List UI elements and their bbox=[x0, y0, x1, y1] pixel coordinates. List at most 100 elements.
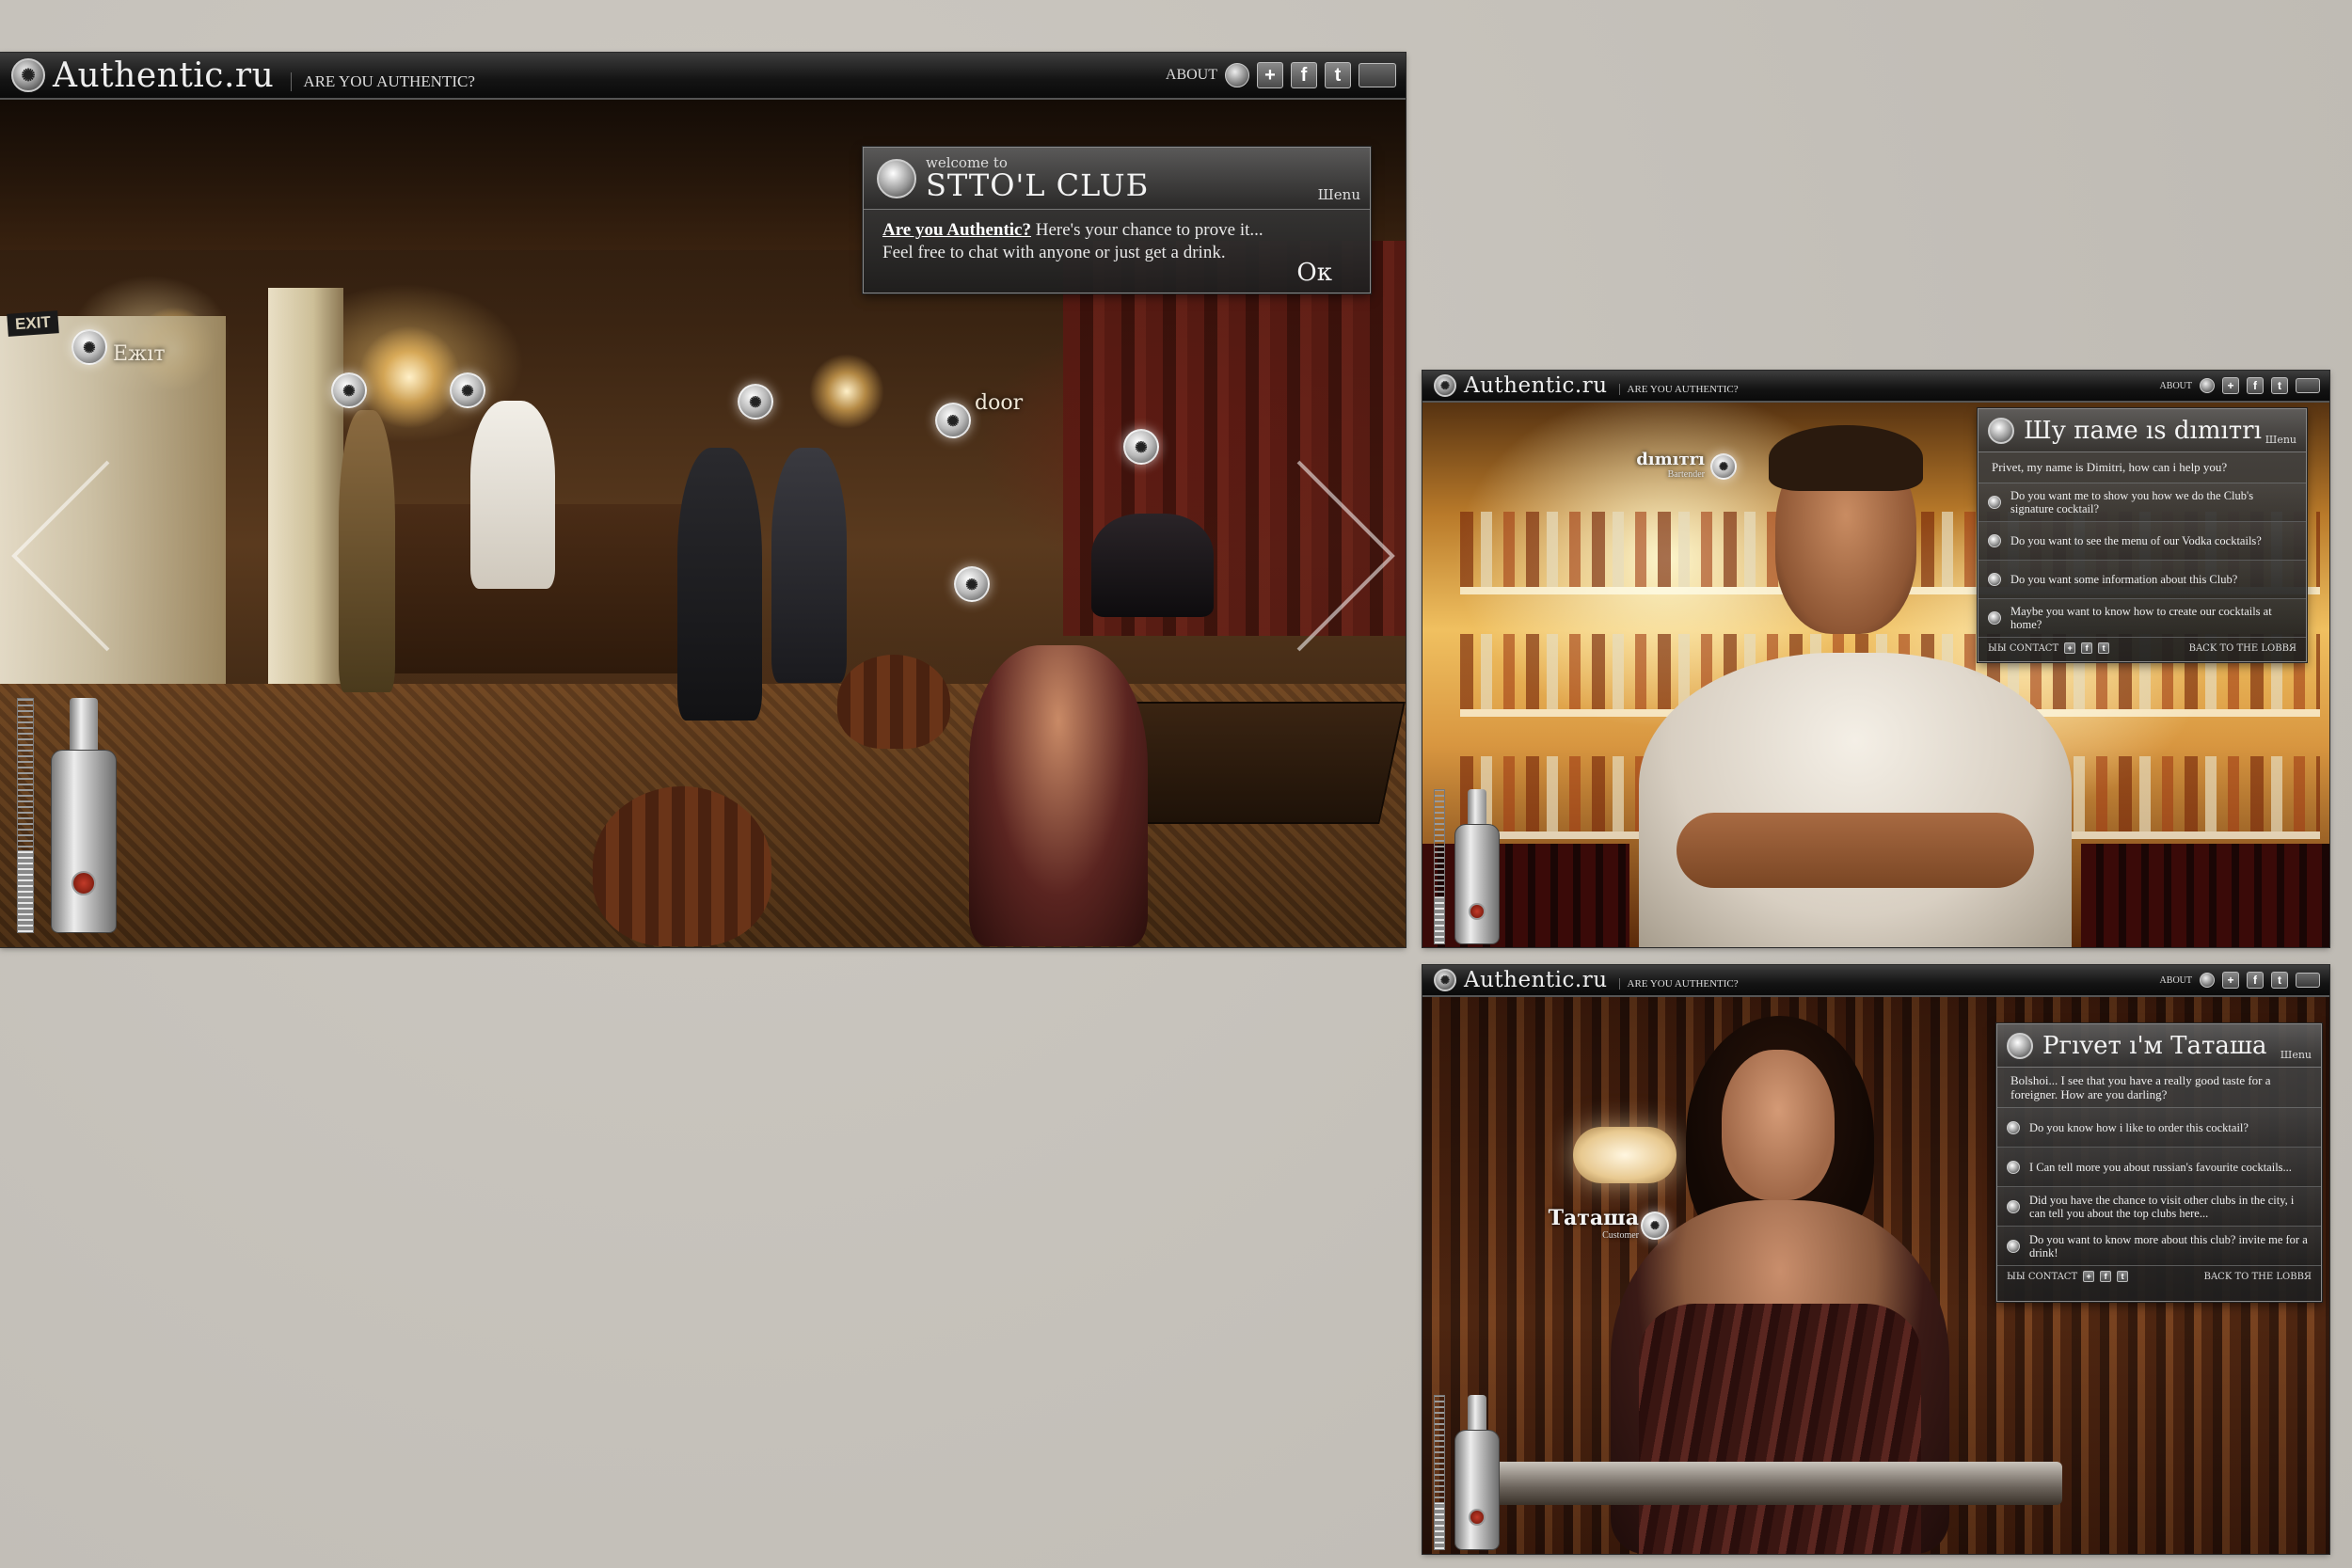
menu-button[interactable]: Шenu bbox=[1318, 186, 1360, 203]
logo-text: Authentic.ru bbox=[1464, 968, 1608, 992]
character-man-suit[interactable] bbox=[677, 448, 762, 721]
dialogue-option[interactable]: Do you want some information about this … bbox=[1979, 561, 2306, 599]
dialogue-option[interactable]: Do you want to know more about this club… bbox=[1997, 1227, 2321, 1266]
wine-bottles-right bbox=[2081, 844, 2329, 947]
are-you-authentic-link[interactable]: Are you Authentic? bbox=[882, 220, 1031, 240]
hotspot-seated-man[interactable]: ✺ bbox=[1123, 429, 1159, 465]
character-tag-tatiana: Таташа Customer bbox=[1517, 1206, 1639, 1241]
about-emblem-icon[interactable] bbox=[1225, 63, 1249, 87]
back-to-lobby-link[interactable]: BACK TO THE LOBBЯ bbox=[2204, 1272, 2312, 1282]
welcome-message-line2: Feel free to chat with anyone or just ge… bbox=[882, 243, 1226, 262]
menu-button[interactable]: Шenu bbox=[2280, 1049, 2312, 1061]
dialogue-intro: Privet, my name is Dimitri, how can i he… bbox=[1979, 452, 2306, 483]
character-name: dımıтrı bbox=[1636, 450, 1705, 469]
plus-icon[interactable]: + bbox=[2083, 1271, 2095, 1282]
nav-prev-arrow[interactable] bbox=[9, 457, 113, 655]
facebook-icon[interactable]: f bbox=[2247, 377, 2264, 394]
dialogue-intro: Bolshoi... I see that you have a really … bbox=[1997, 1068, 2321, 1108]
about-emblem-icon[interactable] bbox=[2200, 973, 2215, 988]
welcome-title: STTO'L CLUБ bbox=[926, 167, 1150, 203]
exit-sign: EXIT bbox=[7, 310, 59, 337]
fullscreen-icon[interactable] bbox=[2296, 973, 2320, 988]
spiral-emblem-icon bbox=[877, 158, 916, 198]
ok-button[interactable]: Oк bbox=[1296, 259, 1332, 287]
hotspot-man-suit[interactable]: ✺ bbox=[738, 384, 773, 420]
tagline: ARE YOU AUTHENTIC? bbox=[291, 72, 475, 91]
dialogue-option[interactable]: I Can tell more you about russian's favo… bbox=[1997, 1148, 2321, 1187]
character-tag-dimitri: dımıтrı Bartender bbox=[1573, 450, 1705, 480]
plus-icon[interactable]: + bbox=[2222, 972, 2239, 989]
logo[interactable]: ✺ Authentic.ru bbox=[0, 56, 274, 95]
plus-icon[interactable]: + bbox=[1257, 62, 1283, 88]
option-bullet-icon bbox=[2007, 1120, 2020, 1134]
logo[interactable]: ✺ Authentic.ru bbox=[1422, 968, 1608, 992]
contact-link[interactable]: ЫЫ CONTACT bbox=[1988, 643, 2058, 654]
top-bar: ✺ Authentic.ru ARE YOU AUTHENTIC? ABOUT … bbox=[1422, 965, 2329, 997]
about-emblem-icon[interactable] bbox=[2200, 378, 2215, 393]
hotspot-dimitri[interactable]: ✺ bbox=[1710, 453, 1737, 480]
bartender-arms bbox=[1677, 813, 2034, 888]
facebook-icon[interactable]: f bbox=[2247, 972, 2264, 989]
option-bullet-icon bbox=[2007, 1199, 2020, 1213]
dialogue-footer: ЫЫ CONTACT + f t BACK TO THE LOBBЯ bbox=[1979, 638, 2306, 658]
fullscreen-icon[interactable] bbox=[2296, 378, 2320, 393]
bartender-hair bbox=[1769, 425, 1923, 491]
lobby-pouf bbox=[593, 786, 771, 946]
dimitri-dialogue-panel: Шу паме ıs dımıтrı Шenu Privet, my name … bbox=[1978, 408, 2307, 662]
character-bartender[interactable] bbox=[470, 401, 555, 589]
tatiana-screen: Таташа Customer ✺ Ргıvет ı'м Таташа Шenu… bbox=[1422, 965, 2329, 1554]
about-link[interactable]: ABOUT bbox=[1166, 67, 1217, 84]
chevron-left-icon bbox=[11, 460, 110, 652]
hotspot-tatiana[interactable]: ✺ bbox=[1641, 1212, 1669, 1240]
dialogue-option[interactable]: Do you know how i like to order this coc… bbox=[1997, 1108, 2321, 1148]
tagline: ARE YOU AUTHENTIC? bbox=[1618, 384, 1739, 395]
vodka-bottle-meter[interactable] bbox=[1434, 1388, 1500, 1550]
hotspot-door-label[interactable]: door bbox=[975, 391, 1023, 415]
plus-icon[interactable]: + bbox=[2222, 377, 2239, 394]
twitter-icon[interactable]: t bbox=[2098, 642, 2110, 654]
bar-counter-top bbox=[1479, 1462, 2062, 1505]
contact-link[interactable]: ЫЫ CONTACT bbox=[2007, 1272, 2077, 1282]
plus-icon[interactable]: + bbox=[2064, 642, 2076, 654]
twitter-icon[interactable]: t bbox=[1325, 62, 1351, 88]
dialogue-option[interactable]: Maybe you want to know how to create our… bbox=[1979, 599, 2306, 638]
hotspot-bartender[interactable]: ✺ bbox=[450, 372, 485, 408]
top-bar: ✺ Authentic.ru ARE YOU AUTHENTIC? ABOUT … bbox=[0, 53, 1406, 100]
fullscreen-icon[interactable] bbox=[1359, 63, 1396, 87]
hotspot-woman-seated[interactable]: ✺ bbox=[954, 566, 990, 602]
vodka-bottle-meter[interactable] bbox=[17, 689, 120, 933]
dialogue-title: Шу паме ıs dımıтrı bbox=[2024, 416, 2262, 445]
bottle-neck bbox=[70, 698, 98, 754]
dialogue-option[interactable]: Do you want me to show you how we do the… bbox=[1979, 483, 2306, 522]
nav-next-arrow[interactable] bbox=[1294, 457, 1397, 655]
character-seated-man[interactable] bbox=[1091, 514, 1214, 617]
vodka-bottle-icon bbox=[1454, 1430, 1500, 1550]
hotspot-exit[interactable]: ✺ bbox=[72, 329, 107, 365]
option-bullet-icon bbox=[1988, 573, 2001, 586]
about-link[interactable]: ABOUT bbox=[2160, 975, 2192, 986]
menu-button[interactable]: Шenu bbox=[2265, 434, 2296, 446]
bartender-body[interactable] bbox=[1639, 653, 2072, 947]
character-woman-green[interactable] bbox=[339, 410, 395, 692]
hotspot-door[interactable]: ✺ bbox=[935, 403, 971, 438]
hotspot-exit-label[interactable]: Ежıт bbox=[113, 342, 166, 366]
bottle-level-meter bbox=[1434, 1395, 1445, 1550]
twitter-icon[interactable]: t bbox=[2271, 377, 2288, 394]
facebook-icon[interactable]: f bbox=[2081, 642, 2093, 654]
character-older-man[interactable] bbox=[771, 448, 847, 683]
twitter-icon[interactable]: t bbox=[2271, 972, 2288, 989]
bottle-seal-icon bbox=[72, 871, 96, 895]
facebook-icon[interactable]: f bbox=[1291, 62, 1317, 88]
dialogue-option[interactable]: Did you have the chance to visit other c… bbox=[1997, 1187, 2321, 1227]
facebook-icon[interactable]: f bbox=[2100, 1271, 2112, 1282]
dialogue-option[interactable]: Do you want to see the menu of our Vodka… bbox=[1979, 522, 2306, 561]
character-woman-seated[interactable] bbox=[969, 645, 1148, 946]
twitter-icon[interactable]: t bbox=[2117, 1271, 2129, 1282]
about-link[interactable]: ABOUT bbox=[2160, 381, 2192, 391]
logo[interactable]: ✺ Authentic.ru bbox=[1422, 373, 1608, 398]
topbar-actions: ABOUT + f t bbox=[1166, 62, 1406, 88]
hotspot-woman-green[interactable]: ✺ bbox=[331, 372, 367, 408]
wall-lamp bbox=[1573, 1127, 1677, 1183]
back-to-lobby-link[interactable]: BACK TO THE LOBBЯ bbox=[2189, 643, 2296, 654]
vodka-bottle-meter[interactable] bbox=[1434, 784, 1500, 944]
